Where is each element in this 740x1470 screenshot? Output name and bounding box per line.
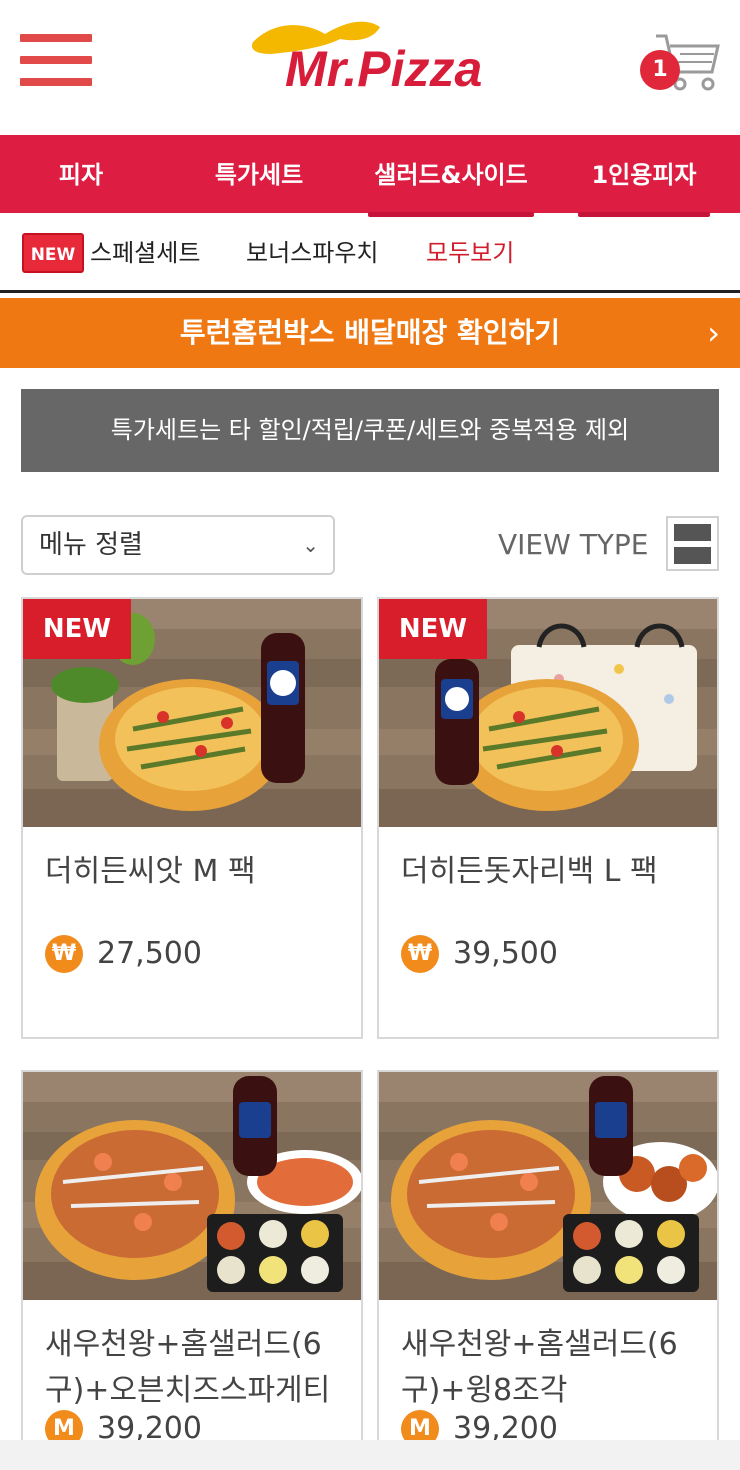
- cart-count-badge: 1: [640, 50, 680, 90]
- delivery-store-banner[interactable]: 투런홈런박스 배달매장 확인하기 ›: [0, 298, 740, 368]
- app-header: Mr.Pizza 1: [0, 0, 740, 135]
- bottom-bar: [0, 1440, 740, 1470]
- product-image: [379, 1072, 717, 1300]
- product-name: 더히든돗자리백 L 팩: [401, 854, 658, 889]
- product-name-line1: 새우천왕+홈샐러드(6: [401, 1327, 678, 1362]
- cart-button[interactable]: 1: [640, 30, 724, 96]
- subnav-special-set[interactable]: 스페셜세트: [90, 233, 200, 273]
- menu-sort-select[interactable]: 메뉴 정렬 ⌄: [21, 515, 335, 575]
- list-view-icon: [674, 524, 711, 541]
- view-type-toggle[interactable]: [666, 516, 719, 571]
- notice-box: 특가세트는 타 할인/적립/쿠폰/세트와 중복적용 제외: [21, 389, 719, 472]
- tab-special-set[interactable]: 특가세트: [178, 135, 340, 213]
- sub-nav: NEW 스페셜세트 보너스파우치 모두보기: [0, 213, 740, 293]
- brand-logo[interactable]: Mr.Pizza: [245, 12, 505, 112]
- product-name-line2: 구)+윙8조각: [401, 1373, 568, 1408]
- tab-label: 피자: [58, 161, 104, 189]
- chevron-right-icon: ›: [707, 314, 720, 352]
- chevron-down-icon: ⌄: [302, 533, 319, 557]
- list-view-icon: [674, 547, 711, 564]
- product-name: 더히든씨앗 M 팩: [45, 854, 256, 889]
- won-icon: ₩: [401, 935, 439, 973]
- tab-personal-pizza[interactable]: 1인용피자: [578, 135, 710, 217]
- product-card[interactable]: NEW 더히든씨앗 M 팩 ₩ 27,500: [21, 597, 363, 1039]
- tab-pizza[interactable]: 피자: [0, 135, 162, 213]
- notice-text: 특가세트는 타 할인/적립/쿠폰/세트와 중복적용 제외: [110, 416, 630, 444]
- subnav-bonus-pouch[interactable]: 보너스파우치: [246, 233, 378, 273]
- tab-label: 특가세트: [214, 161, 304, 189]
- product-card[interactable]: 새우천왕+홈샐러드(6 구)+오븐치즈스파게티 M 39,200: [21, 1070, 363, 1470]
- category-tabs: 피자 특가세트 샐러드&사이드 1인용피자: [0, 135, 740, 217]
- new-badge: NEW: [22, 233, 84, 273]
- svg-text:Mr.Pizza: Mr.Pizza: [285, 41, 482, 97]
- sort-selected-value: 메뉴 정렬: [39, 530, 143, 560]
- product-price: 39,500: [453, 936, 558, 971]
- menu-icon[interactable]: [20, 34, 92, 86]
- product-card[interactable]: 새우천왕+홈샐러드(6 구)+윙8조각 M 39,200: [377, 1070, 719, 1470]
- banner-text: 투런홈런박스 배달매장 확인하기: [179, 316, 561, 349]
- new-badge: NEW: [23, 599, 131, 659]
- product-name-line2: 구)+오븐치즈스파게티: [45, 1373, 331, 1408]
- new-badge: NEW: [379, 599, 487, 659]
- subnav-view-all[interactable]: 모두보기: [426, 233, 514, 273]
- product-card[interactable]: NEW 더히든돗자리백 L 팩 ₩ 39,500: [377, 597, 719, 1039]
- tab-label: 샐러드&사이드: [374, 161, 528, 189]
- product-price: 27,500: [97, 936, 202, 971]
- product-image: NEW: [379, 599, 717, 827]
- tab-label: 1인용피자: [591, 161, 697, 189]
- product-name-line1: 새우천왕+홈샐러드(6: [45, 1327, 322, 1362]
- product-image: NEW: [23, 599, 361, 827]
- product-image: [23, 1072, 361, 1300]
- view-type-label: VIEW TYPE: [498, 528, 649, 561]
- tab-salad-side[interactable]: 샐러드&사이드: [368, 135, 534, 217]
- won-icon: ₩: [45, 935, 83, 973]
